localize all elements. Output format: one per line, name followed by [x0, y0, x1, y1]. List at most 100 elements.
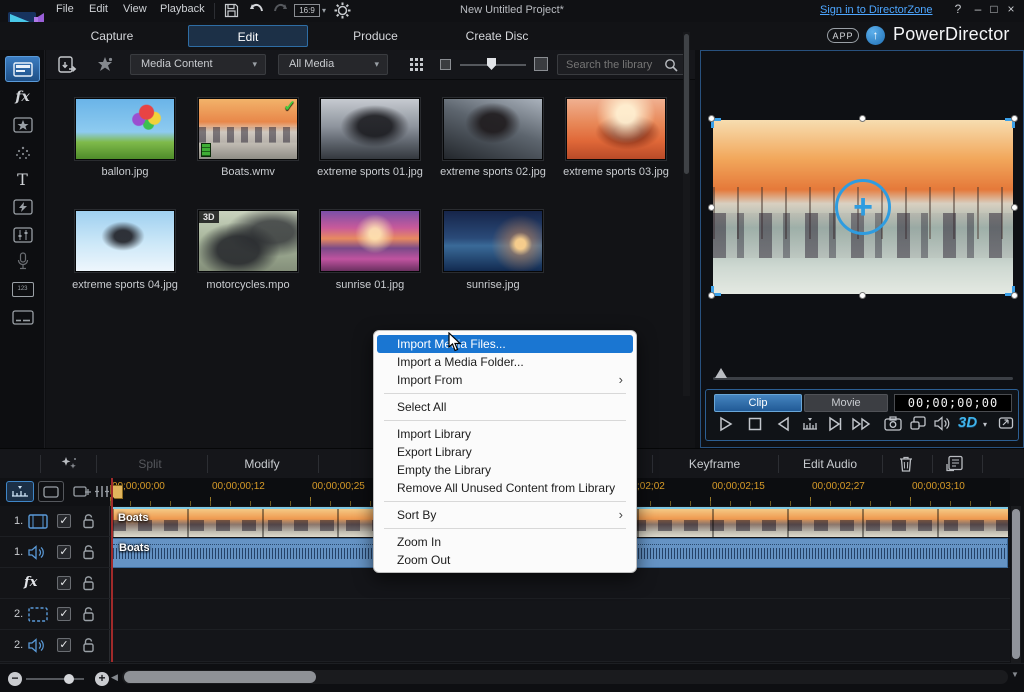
- resize-handle[interactable]: [708, 204, 715, 211]
- search-icon[interactable]: [664, 58, 678, 72]
- menu-item-import-media-folder[interactable]: Import a Media Folder...: [377, 353, 633, 371]
- undo-icon[interactable]: [248, 2, 265, 18]
- menu-item-sort-by[interactable]: Sort By ›: [377, 506, 633, 524]
- timeline-zoom-slider-handle[interactable]: [64, 674, 74, 684]
- track-manager-button[interactable]: [94, 481, 110, 502]
- 3d-toggle-button[interactable]: 3D: [958, 414, 977, 432]
- stop-button[interactable]: [748, 416, 762, 432]
- clip-mode-tab[interactable]: Clip: [714, 394, 802, 412]
- menu-item-select-all[interactable]: Select All: [377, 398, 633, 416]
- menu-item-zoom-in[interactable]: Zoom In: [377, 533, 633, 551]
- sidebar-item-subtitle-room[interactable]: [5, 304, 40, 330]
- redo-icon[interactable]: [272, 2, 289, 18]
- track-lock-icon[interactable]: [82, 637, 95, 653]
- preview-video-frame[interactable]: +: [713, 120, 1013, 294]
- split-button[interactable]: Split: [110, 457, 190, 471]
- magic-tools-icon[interactable]: [58, 455, 80, 473]
- library-item-thumbnail[interactable]: [320, 210, 420, 272]
- media-plugin-icon[interactable]: [96, 56, 114, 74]
- aspect-chevron-icon[interactable]: ▾: [322, 6, 326, 15]
- keyframe-button[interactable]: Keyframe: [662, 457, 767, 471]
- 3d-dropdown-icon[interactable]: ▾: [983, 420, 987, 429]
- menu-item-import-media-files[interactable]: Import Media Files...: [377, 335, 633, 353]
- menu-view[interactable]: View: [123, 3, 147, 15]
- app-badge[interactable]: APP: [827, 28, 859, 43]
- minimize-button[interactable]: –: [970, 2, 986, 16]
- scroll-left-arrow[interactable]: ◀: [111, 672, 118, 683]
- playhead-line[interactable]: [111, 478, 113, 662]
- content-filter-dropdown[interactable]: Media Content ▾: [130, 54, 266, 75]
- menu-item-empty-library[interactable]: Empty the Library: [377, 461, 633, 479]
- timeline-vertical-scrollbar[interactable]: [1011, 506, 1021, 663]
- delete-trash-icon[interactable]: [898, 455, 914, 473]
- tab-edit[interactable]: Edit: [188, 25, 308, 47]
- thumbnail-size-slider-handle[interactable]: [487, 58, 496, 70]
- timeline-view-button[interactable]: [6, 481, 34, 502]
- save-icon[interactable]: [224, 3, 239, 18]
- library-item-thumbnail[interactable]: 3D: [198, 210, 298, 272]
- scroll-down-arrow[interactable]: ▼: [1011, 670, 1019, 679]
- search-input[interactable]: [558, 57, 658, 74]
- library-item-thumbnail[interactable]: [443, 98, 543, 160]
- library-scrollbar[interactable]: [683, 32, 690, 396]
- timecode-display[interactable]: 00;00;00;00: [894, 394, 1012, 412]
- resize-handle[interactable]: [708, 115, 715, 122]
- track-lock-icon[interactable]: [82, 606, 95, 622]
- menu-item-remove-unused[interactable]: Remove All Unused Content from Library: [377, 479, 633, 497]
- sidebar-item-pip-objects-room[interactable]: [5, 112, 40, 138]
- resize-handle[interactable]: [1011, 204, 1018, 211]
- produce-range-icon[interactable]: [946, 455, 964, 472]
- help-button[interactable]: ?: [950, 2, 966, 16]
- library-item-thumbnail[interactable]: ✓: [198, 98, 298, 160]
- settings-gear-icon[interactable]: [334, 2, 351, 19]
- sidebar-item-effect-room[interactable]: fx: [5, 84, 40, 110]
- resize-handle[interactable]: [859, 115, 866, 122]
- storyboard-view-button[interactable]: [38, 481, 64, 502]
- sidebar-item-chapter-room[interactable]: 123: [5, 276, 40, 302]
- sidebar-item-voice-over-room[interactable]: [5, 248, 40, 274]
- timeline-zoom-slider-track[interactable]: [26, 678, 84, 680]
- timeline-zoom-out-button[interactable]: −: [8, 672, 22, 686]
- maximize-button[interactable]: □: [986, 2, 1002, 16]
- dual-preview-button[interactable]: [910, 416, 926, 430]
- snapshot-camera-button[interactable]: [884, 416, 902, 431]
- previous-frame-button[interactable]: [776, 416, 790, 432]
- library-item-thumbnail[interactable]: [75, 210, 175, 272]
- fast-forward-button[interactable]: [852, 416, 872, 432]
- aspect-ratio-selector[interactable]: 16:9: [294, 4, 320, 17]
- thumbnail-large-icon[interactable]: [534, 57, 548, 71]
- thumbnail-small-icon[interactable]: [440, 59, 451, 70]
- media-type-dropdown[interactable]: All Media ▾: [278, 54, 388, 75]
- resize-handle[interactable]: [708, 292, 715, 299]
- tab-create-disc[interactable]: Create Disc: [442, 25, 552, 47]
- tab-produce[interactable]: Produce: [328, 25, 423, 47]
- volume-button[interactable]: [934, 416, 950, 431]
- modify-button[interactable]: Modify: [222, 457, 302, 471]
- resize-handle[interactable]: [1011, 115, 1018, 122]
- library-item-thumbnail[interactable]: [320, 98, 420, 160]
- tab-capture[interactable]: Capture: [62, 25, 162, 47]
- track-lock-icon[interactable]: [82, 544, 95, 560]
- undock-preview-button[interactable]: [998, 416, 1014, 430]
- sidebar-item-audio-mixing-room[interactable]: [5, 222, 40, 248]
- step-marker-button[interactable]: [802, 416, 818, 432]
- track-lock-icon[interactable]: [82, 575, 95, 591]
- resize-handle[interactable]: [859, 292, 866, 299]
- sidebar-item-particle-room[interactable]: [5, 140, 40, 166]
- menu-item-import-from[interactable]: Import From ›: [377, 371, 633, 389]
- timeline-zoom-in-button[interactable]: +: [95, 672, 109, 686]
- library-item-thumbnail[interactable]: [566, 98, 666, 160]
- menu-item-export-library[interactable]: Export Library: [377, 443, 633, 461]
- track-enable-checkbox[interactable]: ✓: [57, 576, 71, 590]
- menu-playback[interactable]: Playback: [160, 3, 205, 15]
- resize-handle[interactable]: [1011, 292, 1018, 299]
- menu-item-zoom-out[interactable]: Zoom Out: [377, 551, 633, 569]
- signin-directorzone-link[interactable]: Sign in to DirectorZone: [820, 4, 940, 16]
- close-button[interactable]: ×: [1003, 2, 1019, 16]
- menu-item-import-library[interactable]: Import Library: [377, 425, 633, 443]
- grid-view-icon[interactable]: [410, 58, 424, 72]
- track-enable-checkbox[interactable]: ✓: [57, 514, 71, 528]
- menu-file[interactable]: File: [56, 3, 74, 15]
- preview-seek-bar[interactable]: [713, 377, 1013, 380]
- sidebar-item-transition-room[interactable]: [5, 194, 40, 220]
